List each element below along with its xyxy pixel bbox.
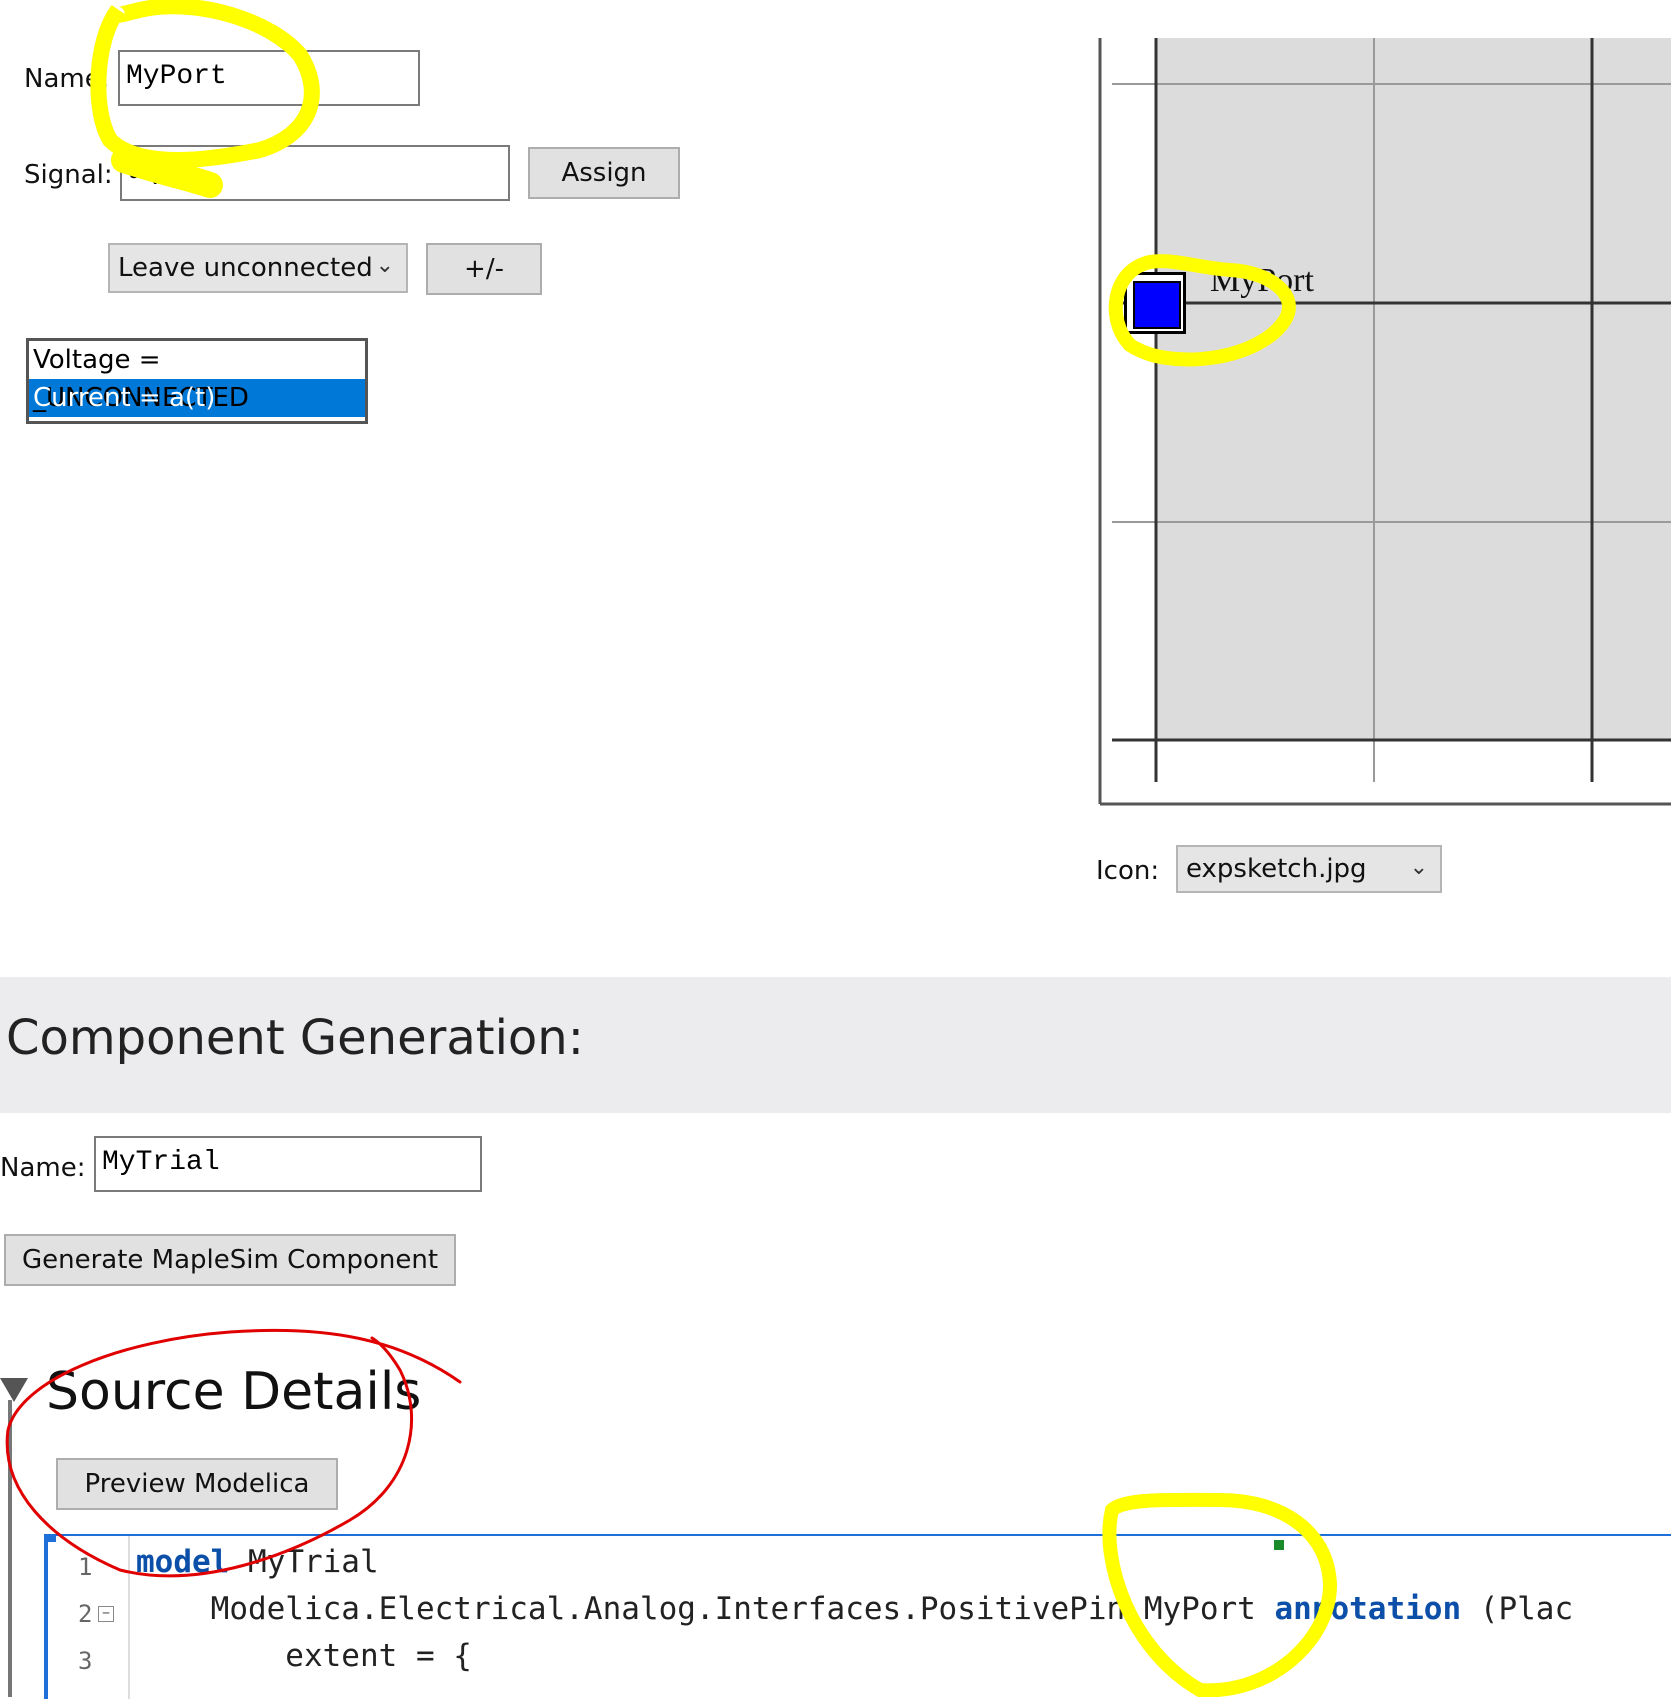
chevron-down-icon: ⌄ [375, 253, 394, 278]
component-name-field[interactable]: MyTrial [94, 1136, 482, 1192]
editor-marker-icon [1274, 1540, 1284, 1550]
section-title-source-details: Source Details [46, 1362, 422, 1422]
code-editor[interactable]: 1 2 − 3 model MyTrial Modelica.Electrica… [44, 1534, 1671, 1699]
fold-minus-icon[interactable]: − [98, 1606, 114, 1622]
code-line-1: model MyTrial [136, 1544, 379, 1580]
line-number: 2 − [48, 1591, 128, 1638]
icon-label: Icon: [1096, 856, 1160, 886]
signal-label: Signal: [24, 160, 113, 190]
list-item[interactable]: Voltage = _UNCONNECTED [29, 341, 365, 413]
canvas-grid [1098, 38, 1671, 806]
connection-select-value: Leave unconnected [118, 253, 373, 283]
chevron-down-icon: ⌄ [1409, 855, 1428, 880]
list-item-selected[interactable]: Current = a(t) [29, 379, 365, 417]
icon-select[interactable]: expsketch.jpg ⌄ [1176, 845, 1442, 893]
source-details-rule [8, 1400, 12, 1697]
line-number-gutter: 1 2 − 3 [48, 1536, 130, 1699]
port-name-label: Name: [24, 64, 110, 94]
connection-select[interactable]: Leave unconnected ⌄ [108, 243, 408, 293]
component-name-label: Name: [0, 1153, 86, 1183]
icon-select-value: expsketch.jpg [1186, 854, 1367, 884]
port-name-field[interactable]: MyPort [118, 50, 420, 106]
port-square-icon [1133, 281, 1181, 329]
assignment-list[interactable]: Voltage = _UNCONNECTED Current = a(t) [26, 338, 368, 424]
icon-canvas[interactable]: MyPort [1098, 38, 1671, 806]
section-title-component-generation: Component Generation: [6, 1010, 584, 1066]
collapse-triangle-icon[interactable] [0, 1378, 28, 1402]
line-number: 3 [78, 1647, 93, 1675]
signal-field[interactable]: a(t) [120, 145, 510, 201]
code-line-3: extent = { [136, 1638, 472, 1674]
sign-toggle-button[interactable]: +/- [426, 243, 542, 295]
preview-modelica-button[interactable]: Preview Modelica [56, 1458, 338, 1510]
port-marker[interactable] [1124, 272, 1186, 334]
code-line-2: Modelica.Electrical.Analog.Interfaces.Po… [136, 1591, 1574, 1627]
generate-component-button[interactable]: Generate MapleSim Component [4, 1234, 456, 1286]
port-canvas-label: MyPort [1210, 262, 1314, 299]
line-number: 1 [78, 1553, 93, 1581]
assign-button[interactable]: Assign [528, 147, 680, 199]
